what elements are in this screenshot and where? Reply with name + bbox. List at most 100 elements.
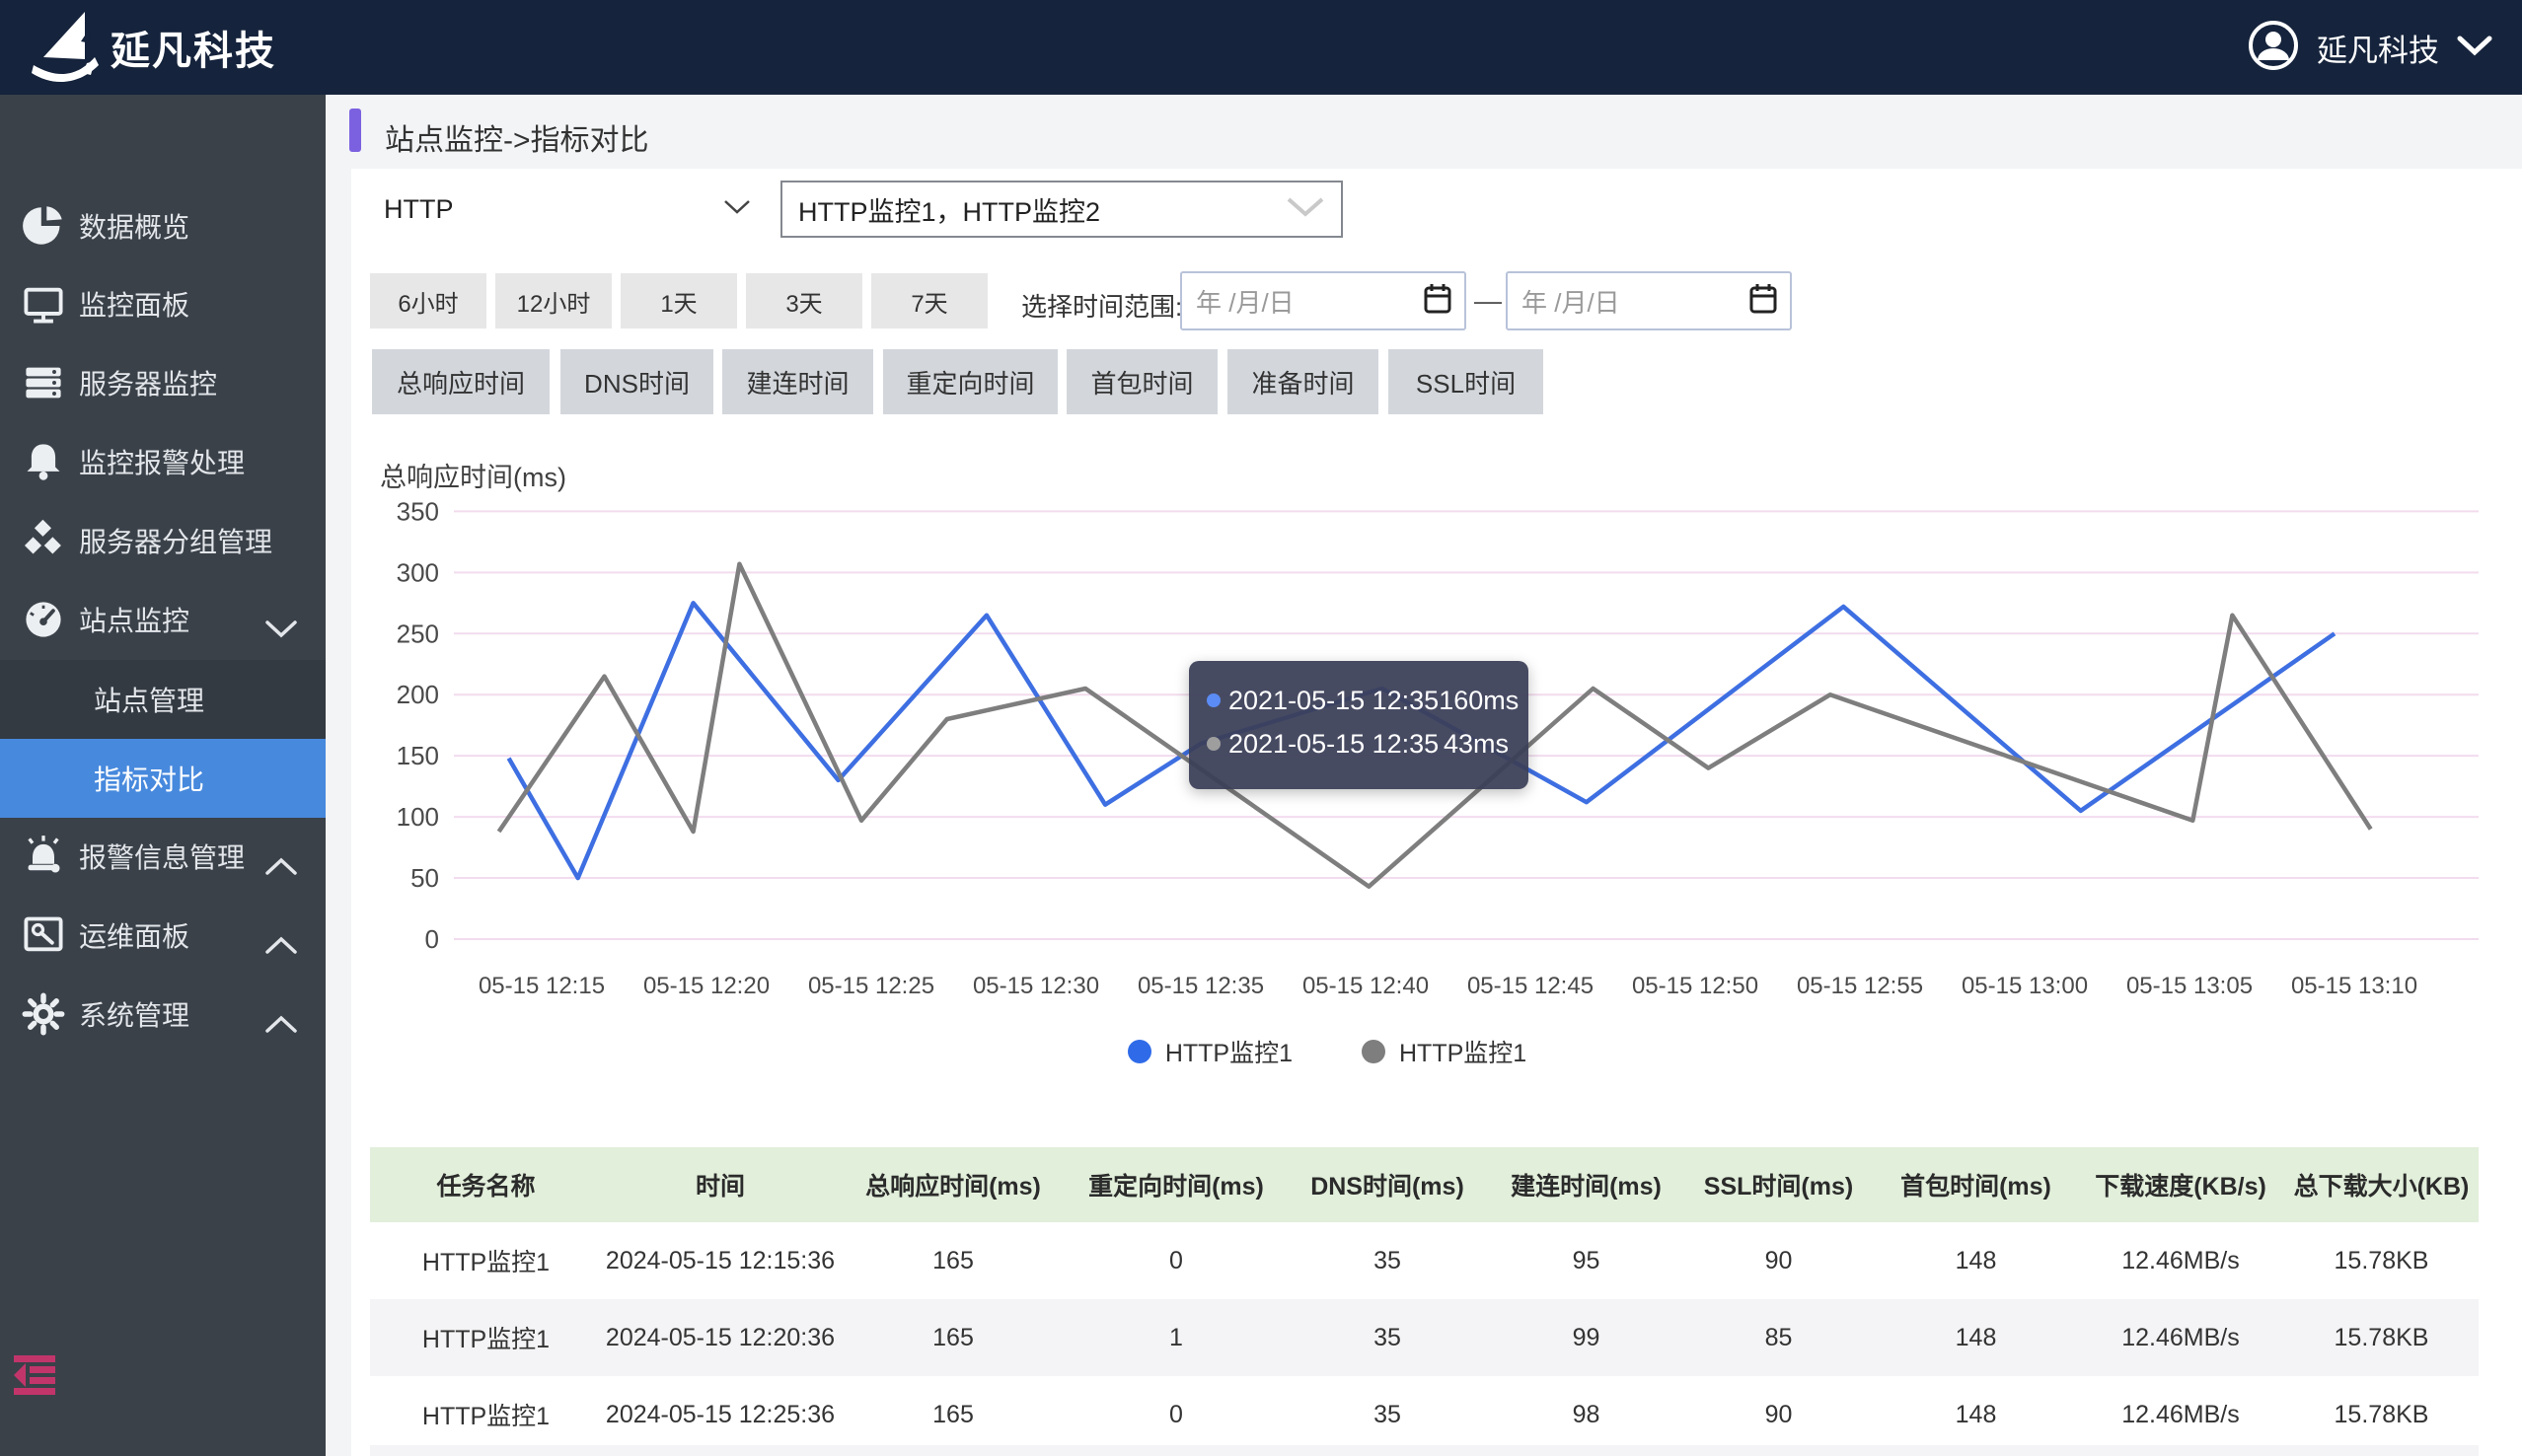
svg-text:300: 300 [397,557,439,587]
table-header-cell: 总响应时间(ms) [839,1147,1068,1222]
metric-button-0[interactable]: 总响应时间 [372,349,550,414]
legend-dot-icon [1128,1040,1151,1063]
svg-text:05-15 12:30: 05-15 12:30 [973,973,1099,999]
calendar-icon[interactable] [1748,283,1778,320]
sidebar-item-label: 服务器监控 [79,363,217,402]
legend-item-1[interactable]: HTTP监控1 [1362,1034,1526,1069]
metric-button-5[interactable]: 准备时间 [1227,349,1378,414]
left-gutter [326,169,351,1456]
metric-button-2[interactable]: 建连时间 [722,349,873,414]
table-header-cell: 下载速度(KB/s) [2077,1147,2284,1222]
table-cell: 165 [839,1376,1068,1453]
monitor-icon [22,282,65,326]
svg-text:05-15 12:40: 05-15 12:40 [1302,973,1429,999]
table-cell: 90 [1682,1376,1875,1453]
tooltip-time: 2021-05-15 12:35 [1228,729,1444,760]
metric-button-4[interactable]: 首包时间 [1067,349,1218,414]
table-header-cell: 时间 [602,1147,839,1222]
sidebar-item-label: 指标对比 [94,759,204,798]
legend-dot-icon [1362,1040,1385,1063]
time-range-button-1[interactable]: 12小时 [495,273,612,328]
sidebar-item-8[interactable]: 报警信息管理 [0,817,326,896]
time-range-button-2[interactable]: 1天 [621,273,737,328]
table-header-cell: DNS时间(ms) [1285,1147,1490,1222]
svg-text:05-15 12:35: 05-15 12:35 [1138,973,1264,999]
brand-title: 延凡科技 [111,19,276,76]
gear-icon [22,992,65,1036]
pie-chart-icon [22,204,65,248]
metric-button-6[interactable]: SSL时间 [1388,349,1543,414]
sidebar-item-10[interactable]: 系统管理 [0,975,326,1054]
date-range-separator: — [1474,285,1502,317]
sidebar-item-0[interactable]: 数据概览 [0,186,326,265]
table-row: HTTP监控12024-05-15 12:20:3616513599851481… [370,1299,2479,1376]
tooltip-dot-icon [1207,737,1221,751]
time-range-button-3[interactable]: 3天 [746,273,862,328]
legend-label: HTTP监控1 [1165,1034,1293,1069]
chevron-down-icon [1286,196,1325,223]
tooltip-time: 2021-05-15 12:35 [1228,686,1439,716]
chart-legend: HTTP监控1 HTTP监控1 [370,1034,2482,1069]
table-cell: 90 [1682,1222,1875,1299]
date-placeholder: 年 /月/日 [1521,283,1620,320]
user-menu[interactable]: 延凡科技 [2248,0,2492,95]
sidebar-item-1[interactable]: 监控面板 [0,264,326,343]
table-cell: 12.46MB/s [2077,1376,2284,1453]
svg-text:150: 150 [397,741,439,770]
chevron-down-icon [723,199,751,220]
metric-button-3[interactable]: 重定向时间 [883,349,1058,414]
table-cell: 2024-05-15 12:25:36 [602,1376,839,1453]
metric-button-1[interactable]: DNS时间 [560,349,713,414]
sidebar-item-9[interactable]: 运维面板 [0,896,326,975]
metrics-table: 任务名称时间总响应时间(ms)重定向时间(ms)DNS时间(ms)建连时间(ms… [370,1147,2479,1453]
svg-text:05-15 12:50: 05-15 12:50 [1632,973,1758,999]
table-cell: 95 [1490,1222,1682,1299]
table-header-row: 任务名称时间总响应时间(ms)重定向时间(ms)DNS时间(ms)建连时间(ms… [370,1147,2479,1222]
tooltip-row-0: 2021-05-15 12:35160ms [1207,679,1509,722]
sidebar-item-label: 站点管理 [94,680,204,719]
svg-text:0: 0 [425,924,439,954]
time-range-button-4[interactable]: 7天 [871,273,988,328]
table-cell: 148 [1875,1299,2077,1376]
sidebar-nav: 数据概览监控面板服务器监控监控报警处理服务器分组管理站点监控站点管理指标对比报警… [0,95,326,1456]
date-input-end[interactable]: 年 /月/日 [1506,271,1792,330]
date-range-label: 选择时间范围: [1021,287,1182,324]
svg-text:05-15 13:10: 05-15 13:10 [2291,973,2417,999]
svg-text:05-15 12:20: 05-15 12:20 [643,973,770,999]
user-name: 延凡科技 [2317,26,2439,70]
avatar-icon[interactable] [2248,20,2299,76]
sidebar-item-4[interactable]: 服务器分组管理 [0,501,326,580]
table-cell: 148 [1875,1376,2077,1453]
date-input-start[interactable]: 年 /月/日 [1180,271,1466,330]
time-range-button-0[interactable]: 6小时 [370,273,486,328]
tooltip-row-1: 2021-05-15 12:3543ms [1207,722,1509,765]
legend-item-0[interactable]: HTTP监控1 [1128,1034,1293,1069]
table-cell: 1 [1068,1299,1285,1376]
svg-text:350: 350 [397,496,439,526]
table-cell: 165 [839,1299,1068,1376]
sidebar-item-label: 报警信息管理 [79,837,245,876]
table-header-cell: 总下载大小(KB) [2284,1147,2479,1222]
table-cell: 0 [1068,1376,1285,1453]
svg-text:05-15 12:25: 05-15 12:25 [808,973,934,999]
gauge-icon [22,598,65,641]
protocol-select[interactable]: HTTP [370,181,765,238]
table-cell: 99 [1490,1299,1682,1376]
table-cell: 15.78KB [2284,1376,2479,1453]
user-chevron-down-icon[interactable] [2457,35,2492,61]
collapse-menu-icon[interactable] [12,1353,59,1395]
sidebar-item-3[interactable]: 监控报警处理 [0,422,326,501]
table-cell: HTTP监控1 [370,1222,602,1299]
table-row: HTTP监控12024-05-15 12:25:3616503598901481… [370,1376,2479,1453]
table-cell: 85 [1682,1299,1875,1376]
sidebar-item-5[interactable]: 站点监控 [0,580,326,659]
table-cell: HTTP监控1 [370,1376,602,1453]
table-header-cell: 首包时间(ms) [1875,1147,2077,1222]
monitor-select[interactable]: HTTP监控1，HTTP监控2 [780,181,1343,238]
tooltip-value: 160ms [1439,686,1519,716]
app-logo: 延凡科技 [30,10,257,85]
sidebar-item-2[interactable]: 服务器监控 [0,343,326,422]
table-cell: 15.78KB [2284,1299,2479,1376]
calendar-icon[interactable] [1423,283,1452,320]
table-cell: 15.78KB [2284,1222,2479,1299]
